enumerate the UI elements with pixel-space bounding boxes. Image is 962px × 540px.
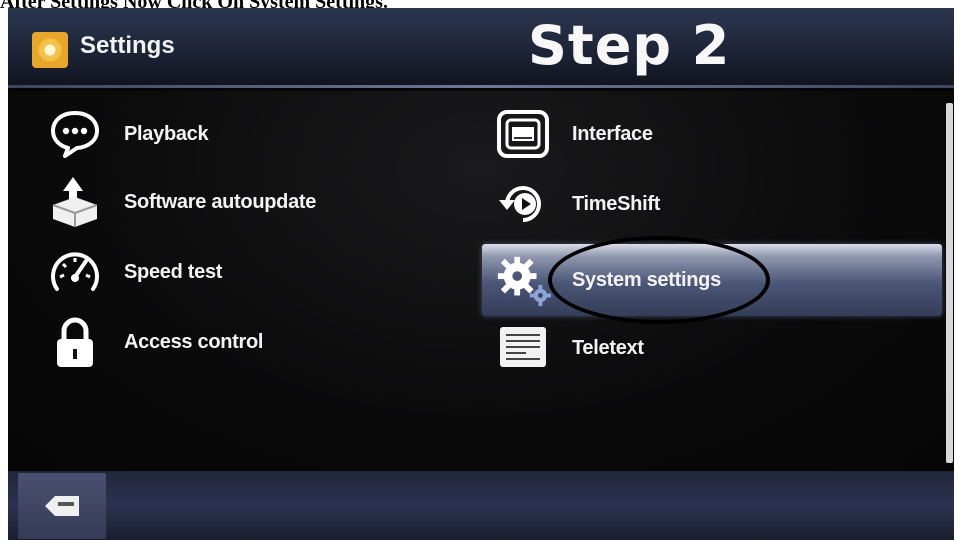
menu-item-interface[interactable]: Interface [494, 106, 653, 162]
menu-item-label: Playback [124, 122, 209, 145]
exit-icon [45, 496, 79, 516]
menu-item-playback[interactable]: Playback [46, 106, 209, 162]
settings-logo-icon [32, 32, 68, 68]
menu-item-access-control[interactable]: Access control [46, 314, 264, 370]
menu-item-label: TimeShift [572, 192, 661, 215]
chat-bubble-icon [46, 108, 104, 160]
gears-icon [494, 254, 552, 307]
tv-screen: Settings Step 2 Playback Software autoup… [8, 8, 954, 540]
footer-bar [8, 471, 954, 540]
header: Settings Step 2 [8, 8, 954, 88]
lock-icon [46, 316, 104, 368]
menu-item-software-autoupdate[interactable]: Software autoupdate [46, 174, 316, 230]
app-title: Settings [80, 32, 175, 59]
step-label: Step 2 [528, 14, 731, 77]
menu-item-teletext[interactable]: Teletext [494, 320, 644, 376]
speedometer-icon [46, 246, 104, 298]
menu-item-label: Interface [572, 122, 653, 145]
timeshift-play-icon [494, 178, 552, 230]
scrollbar[interactable] [946, 103, 953, 463]
monitor-icon [494, 108, 552, 160]
menu-item-timeshift[interactable]: TimeShift [494, 176, 660, 232]
install-box-icon [46, 176, 104, 228]
menu-item-label: Speed test [124, 260, 223, 283]
menu-item-speed-test[interactable]: Speed test [46, 244, 222, 300]
teletext-icon [494, 322, 552, 374]
menu-item-label: Teletext [572, 336, 644, 359]
highlight-circle-annotation [548, 236, 770, 324]
menu-item-label: Access control [124, 330, 264, 353]
menu-item-label: Software autoupdate [124, 190, 317, 213]
exit-button[interactable] [18, 473, 106, 539]
